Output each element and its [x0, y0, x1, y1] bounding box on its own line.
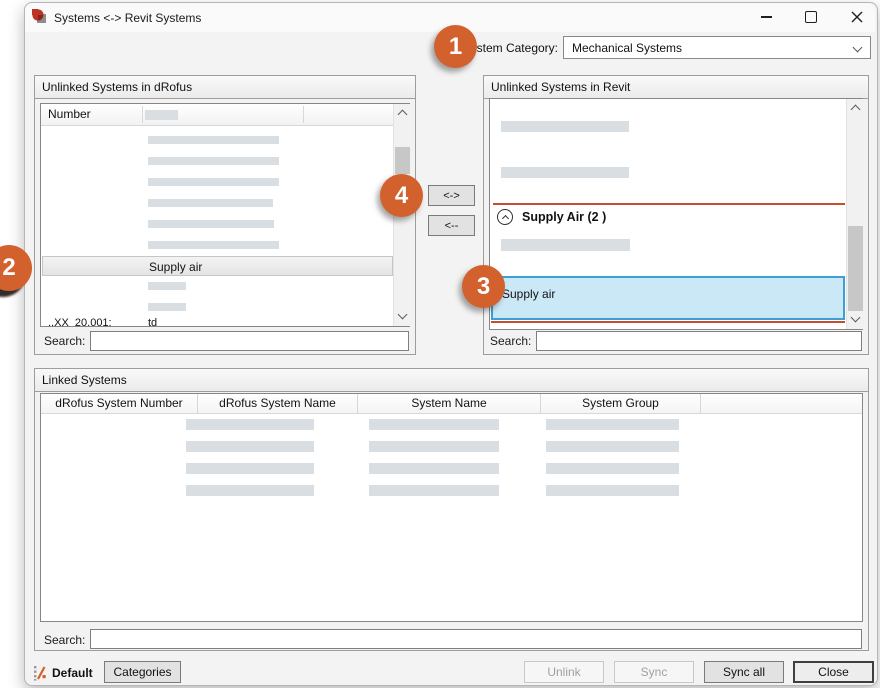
redacted-column-header [145, 110, 178, 120]
revit-search-label: Search: [490, 334, 531, 348]
linked-systems-table: dRofus System Number dRofus System Name … [40, 393, 863, 622]
list-item[interactable] [501, 121, 629, 132]
chevron-down-icon [853, 43, 863, 53]
column-divider [303, 106, 304, 123]
revit-list-scrollbar[interactable] [846, 99, 864, 329]
column-header-drofus-number: dRofus System Number [41, 394, 198, 413]
close-dialog-button[interactable]: Close [793, 661, 874, 683]
clipped-table-row[interactable]: ..XX_20.001: td [41, 317, 391, 327]
table-row[interactable] [148, 136, 279, 144]
revit-systems-list: Supply Air (2 ) Supply air [489, 98, 863, 330]
group-collapse-icon[interactable] [497, 209, 513, 225]
revit-search-input[interactable] [536, 331, 862, 351]
selected-row-label: Supply air [149, 260, 202, 274]
sync-button[interactable]: Sync [614, 661, 694, 683]
screen: Systems <-> Revit Systems System Categor… [0, 0, 880, 688]
linked-table-header: dRofus System Number dRofus System Name … [41, 394, 862, 414]
table-row[interactable] [148, 178, 279, 186]
drofus-search-label: Search: [44, 334, 85, 348]
minimize-icon [761, 16, 772, 18]
system-category-value: Mechanical Systems [572, 41, 682, 55]
table-row[interactable] [148, 282, 186, 290]
left-arrow-icon: <-- [445, 220, 459, 232]
callout-badge-1: 1 [434, 25, 477, 68]
red-separator-line [493, 203, 845, 205]
link-systems-button[interactable]: <-> [428, 185, 475, 206]
red-separator-line [491, 321, 845, 323]
panel-linked-systems-title: Linked Systems [35, 369, 868, 392]
unlink-button[interactable]: Unlink [524, 661, 604, 683]
list-item[interactable] [501, 239, 630, 251]
linked-search-label: Search: [44, 633, 85, 647]
column-header-drofus-name: dRofus System Name [198, 394, 358, 413]
scroll-up-icon[interactable] [851, 105, 861, 115]
selected-item-label: Supply air [502, 287, 555, 301]
drofus-search-input[interactable] [90, 331, 409, 351]
column-divider [142, 106, 143, 123]
scroll-down-icon[interactable] [851, 313, 861, 323]
link-arrows-icon: <-> [443, 190, 460, 202]
group-header-supply-air[interactable]: Supply Air (2 ) [522, 210, 606, 224]
table-row[interactable] [148, 220, 274, 228]
table-row[interactable] [148, 157, 279, 165]
column-header-number: Number [48, 107, 91, 121]
panel-unlinked-revit-title: Unlinked Systems in Revit [484, 76, 868, 99]
system-category-select[interactable]: Mechanical Systems [563, 36, 871, 59]
panel-unlinked-drofus-title: Unlinked Systems in dRofus [35, 76, 415, 99]
table-row[interactable] [148, 241, 279, 249]
minimize-button[interactable] [750, 4, 782, 30]
clipped-row-number: ..XX_20.001: [48, 317, 112, 327]
default-label: Default [52, 666, 93, 680]
sync-all-button[interactable]: Sync all [704, 661, 784, 683]
close-icon [851, 11, 863, 23]
maximize-button[interactable] [795, 4, 827, 30]
drofus-table-header: Number [41, 104, 409, 126]
scroll-down-icon[interactable] [398, 310, 408, 320]
default-layout-icon [33, 665, 47, 681]
selected-item-supply-air[interactable]: Supply air [491, 276, 845, 320]
scroll-up-icon[interactable] [398, 110, 408, 120]
clipped-row-name: td [148, 317, 157, 327]
maximize-icon [805, 11, 817, 23]
categories-button[interactable]: Categories [104, 661, 181, 683]
selected-row-supply-air[interactable]: Supply air [42, 256, 393, 276]
close-button[interactable] [841, 4, 873, 30]
table-row[interactable] [148, 303, 186, 311]
window-title: Systems <-> Revit Systems [54, 11, 201, 25]
list-item[interactable] [501, 167, 629, 178]
move-left-button[interactable]: <-- [428, 215, 475, 236]
callout-badge-4: 4 [380, 174, 423, 217]
scrollbar-thumb[interactable] [395, 147, 410, 174]
table-row[interactable] [148, 199, 273, 207]
linked-search-input[interactable] [90, 629, 862, 649]
callout-badge-3: 3 [462, 265, 505, 308]
column-header-empty [701, 394, 862, 413]
column-header-system-group: System Group [541, 394, 701, 413]
drofus-app-icon [31, 8, 47, 24]
column-header-system-name: System Name [358, 394, 541, 413]
drofus-systems-table: Number Supply air ..XX_20.001: td [40, 103, 410, 327]
scrollbar-thumb[interactable] [848, 226, 863, 311]
